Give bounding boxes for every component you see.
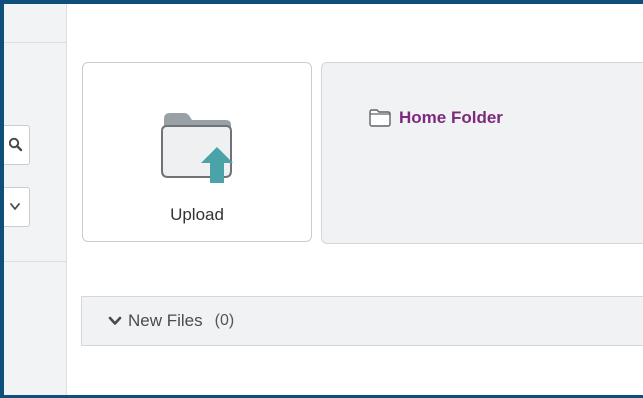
search-icon: [8, 137, 22, 152]
folder-panel: Home Folder: [321, 62, 643, 244]
home-folder-label: Home Folder: [399, 108, 503, 127]
folder-icon: [369, 109, 391, 127]
new-files-label: New Files: [128, 311, 203, 330]
app-window: Upload Home Folder New Files (0): [4, 4, 643, 395]
sidebar-divider: [4, 261, 66, 262]
upload-button[interactable]: Upload: [82, 62, 312, 242]
new-files-count: (0): [214, 312, 235, 329]
options-dropdown-button[interactable]: [4, 187, 30, 227]
home-folder-link[interactable]: Home Folder: [369, 108, 503, 128]
new-files-section-toggle[interactable]: New Files (0): [81, 296, 643, 346]
folder-upload-icon: [161, 113, 233, 183]
search-button[interactable]: [4, 125, 30, 165]
chevron-down-icon: [108, 316, 122, 325]
left-sidebar: [4, 4, 67, 395]
header-strip: [66, 4, 643, 7]
chevron-down-icon: [9, 203, 20, 210]
sidebar-divider: [4, 42, 66, 43]
upload-label: Upload: [170, 205, 224, 224]
